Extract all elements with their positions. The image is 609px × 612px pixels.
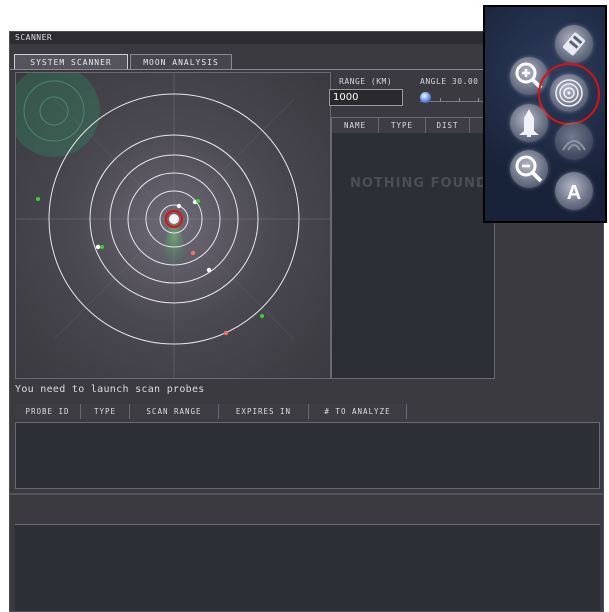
range-label: RANGE (KM) (339, 77, 393, 86)
column-header-probe-id[interactable]: PROBE ID (15, 404, 81, 419)
angle-slider-knob[interactable] (420, 92, 431, 103)
system-map[interactable] (15, 72, 331, 379)
probe-icon[interactable] (555, 25, 593, 63)
analyze-label: A (567, 182, 581, 204)
bottom-panel (15, 524, 600, 611)
slider-tick (478, 98, 479, 102)
zoom-out-icon[interactable] (510, 150, 548, 188)
column-header-expires-in[interactable]: EXPIRES IN (219, 404, 309, 419)
beacon (36, 197, 40, 201)
nothing-found-text: NOTHING FOUND (350, 176, 488, 191)
scan-results-list: NAME TYPE DIST NOTHING FOUND (331, 117, 496, 379)
corner-radar-glow (16, 73, 100, 157)
probe-table-header: PROBE ID TYPE SCAN RANGE EXPIRES IN # TO… (15, 404, 600, 420)
beacon (100, 245, 104, 249)
column-header-dist[interactable]: DIST (426, 118, 470, 133)
column-header-scan-range[interactable]: SCAN RANGE (130, 404, 219, 419)
slider-tick (459, 98, 460, 102)
signal-icon[interactable] (555, 122, 593, 160)
slider-tick (440, 98, 441, 102)
launch-icon[interactable] (510, 104, 548, 142)
toolbar-zoom-overlay: A (483, 5, 607, 223)
probe-message: You need to launch scan probes (15, 384, 205, 395)
probe-table (15, 422, 600, 489)
angle-label: ANGLE 30.00 (420, 77, 479, 86)
tab-moon-analysis[interactable]: MOON ANALYSIS (130, 54, 232, 70)
planet (190, 250, 196, 256)
column-header-name[interactable]: NAME (332, 118, 379, 133)
beacon (260, 314, 264, 318)
range-input[interactable]: 1000 (329, 89, 403, 106)
beacon (196, 199, 200, 203)
column-header-probe-type[interactable]: TYPE (81, 404, 130, 419)
planet (223, 330, 229, 336)
column-header-type[interactable]: TYPE (379, 118, 426, 133)
column-header-to-analyze[interactable]: # TO ANALYZE (309, 404, 407, 419)
planet (206, 267, 212, 273)
panel-separator (10, 493, 603, 495)
sun-icon (169, 214, 179, 224)
analyze-icon[interactable]: A (555, 172, 593, 210)
planet (176, 203, 182, 209)
tab-system-scanner[interactable]: SYSTEM SCANNER (14, 54, 128, 70)
planet (95, 244, 101, 250)
